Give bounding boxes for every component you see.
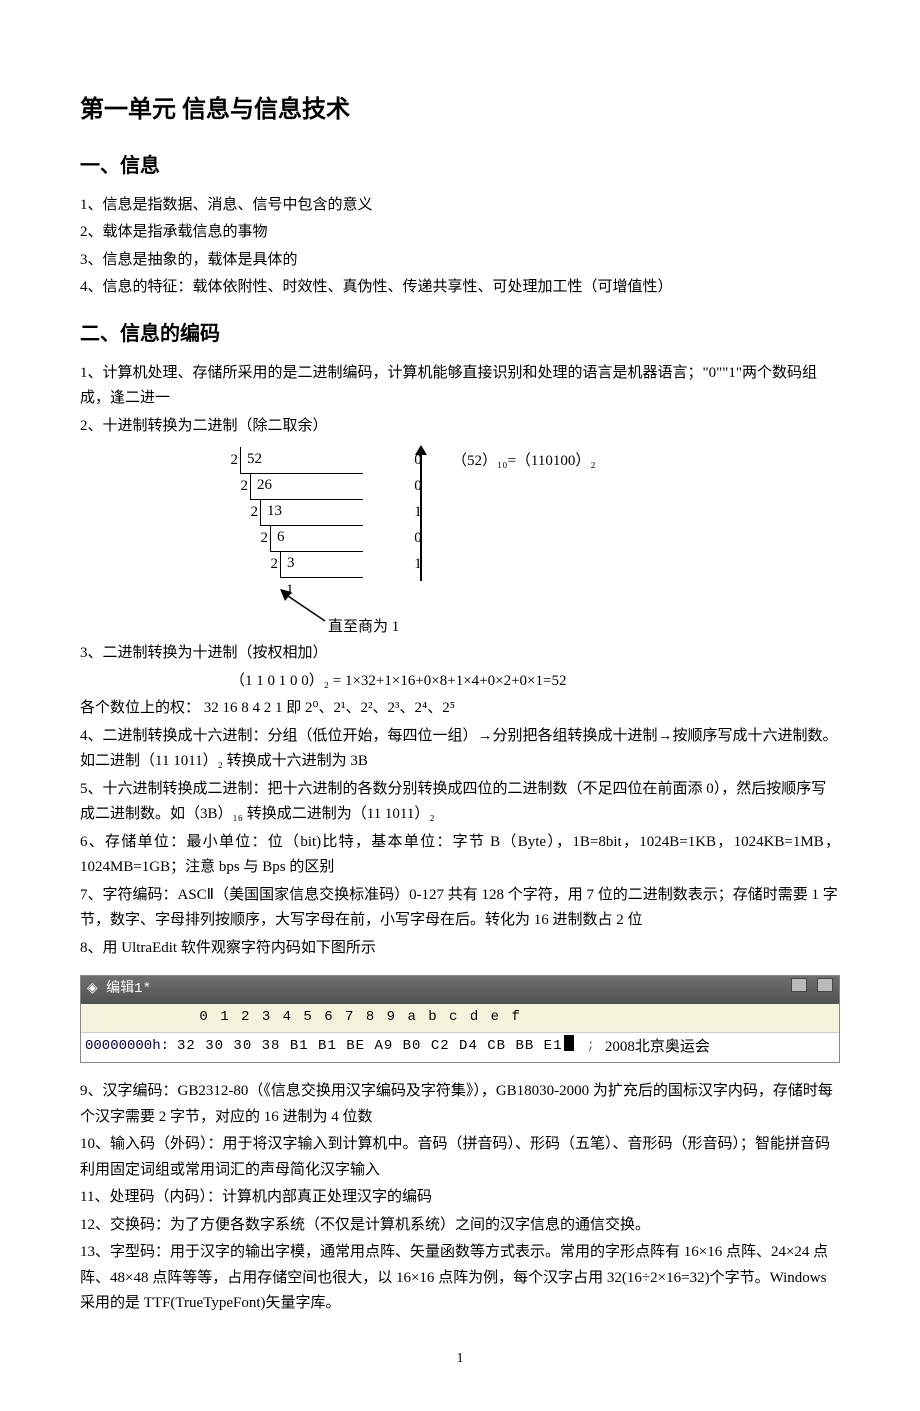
hex-bytes: 32 30 30 38 B1 B1 BE A9 B0 C2 D4 CB BB E…: [177, 1035, 562, 1061]
long-division-diagram: 2 52 0 2 26 0 2 13 1 2 6 0 2 3 1 1 （52）₁…: [80, 447, 840, 637]
sec2-p6: 6、存储单位：最小单位：位（bit)比特，基本单位：字节 B（Byte），1B=…: [80, 830, 840, 881]
divisor-3: 2: [250, 526, 270, 552]
section-1-heading: 一、信息: [80, 149, 840, 183]
sec1-p1: 1、信息是指数据、消息、信号中包含的意义: [80, 193, 840, 219]
window-buttons: [789, 978, 833, 1002]
section-2-heading: 二、信息的编码: [80, 317, 840, 351]
dividend-0: 52: [240, 447, 363, 474]
division-note: 直至商为 1: [328, 615, 399, 641]
maximize-icon: [817, 978, 833, 992]
sec2-p11: 11、处理码（内码）：计算机内部真正处理汉字的编码: [80, 1185, 840, 1211]
division-result: （52）₁₀=（110100）₂: [452, 449, 596, 475]
sec2-p13: 13、字型码：用于汉字的输出字模，通常用点阵、矢量函数等方式表示。常用的字形点阵…: [80, 1240, 840, 1317]
hex-titlebar: ◈ 编辑1*: [81, 976, 839, 1004]
sec1-p4: 4、信息的特征：载体依附性、时效性、真伪性、传递共享性、可处理加工性（可增值性）: [80, 275, 840, 301]
remainder-3: 0: [403, 526, 433, 552]
sec2-p7: 7、字符编码：ASCⅡ（美国国家信息交换标准码）0-127 共有 128 个字符…: [80, 883, 840, 934]
hex-editor-figure: ◈ 编辑1* 0 1 2 3 4 5 6 7 8 9 a b c d e f 0…: [80, 975, 840, 1063]
sec2-p4: 4、二进制转换成十六进制：分组（低位开始，每四位一组）→分别把各组转换成十进制→…: [80, 724, 840, 775]
sec2-p5: 5、十六进制转换成二进制：把十六进制的各数分别转换成四位的二进制数（不足四位在前…: [80, 777, 840, 828]
sec2-p12: 12、交换码：为了方便各数字系统（不仅是计算机系统）之间的汉字信息的通信交换。: [80, 1213, 840, 1239]
dividend-3: 6: [270, 525, 363, 552]
hex-title-text: 编辑1*: [106, 981, 151, 997]
dividend-2: 13: [260, 499, 363, 526]
divisor-4: 2: [260, 552, 280, 578]
hex-separator: ;: [586, 1035, 594, 1061]
hex-data-row: 00000000h: 32 30 30 38 B1 B1 BE A9 B0 C2…: [81, 1033, 839, 1063]
hex-decoded-text: 2008北京奥运会: [605, 1035, 710, 1061]
sec2-p2: 2、十进制转换为二进制（除二取余）: [80, 414, 840, 440]
minimize-icon: [791, 978, 807, 992]
divisor-1: 2: [230, 474, 250, 500]
remainder-2: 1: [403, 500, 433, 526]
sec2-p8: 8、用 UltraEdit 软件观察字符内码如下图所示: [80, 936, 840, 962]
divisor-0: 2: [220, 448, 240, 474]
page-title: 第一单元 信息与信息技术: [80, 90, 840, 131]
sec2-p9: 9、汉字编码：GB2312-80（《信息交换用汉字编码及字符集》），GB1803…: [80, 1079, 840, 1130]
sec2-p3: 3、二进制转换为十进制（按权相加）: [80, 641, 840, 667]
hex-offset: 00000000h:: [85, 1035, 169, 1061]
sec2-p10: 10、输入码（外码）：用于将汉字输入到计算机中。音码（拼音码）、形码（五笔）、音…: [80, 1132, 840, 1183]
remainder-4: 1: [403, 552, 433, 578]
sec1-p3: 3、信息是抽象的，载体是具体的: [80, 248, 840, 274]
sec2-p1: 1、计算机处理、存储所采用的是二进制编码，计算机能够直接识别和处理的语言是机器语…: [80, 361, 840, 412]
weights-line: 各个数位上的权： 32 16 8 4 2 1 即 2⁰、2¹、2²、2³、2⁴、…: [80, 696, 840, 722]
hex-cursor-icon: [564, 1035, 574, 1051]
sec1-p2: 2、载体是指承载信息的事物: [80, 220, 840, 246]
remainder-1: 0: [403, 474, 433, 500]
binary-to-decimal-eq: （1 1 0 1 0 0）₂ = 1×32+1×16+0×8+1×4+0×2+0…: [230, 669, 840, 695]
dividend-4: 3: [280, 551, 363, 578]
arrow-up-icon: [420, 453, 422, 581]
dividend-1: 26: [250, 473, 363, 500]
page-number: 1: [80, 1347, 840, 1371]
hex-ruler: 0 1 2 3 4 5 6 7 8 9 a b c d e f: [81, 1004, 839, 1033]
divisor-2: 2: [240, 500, 260, 526]
